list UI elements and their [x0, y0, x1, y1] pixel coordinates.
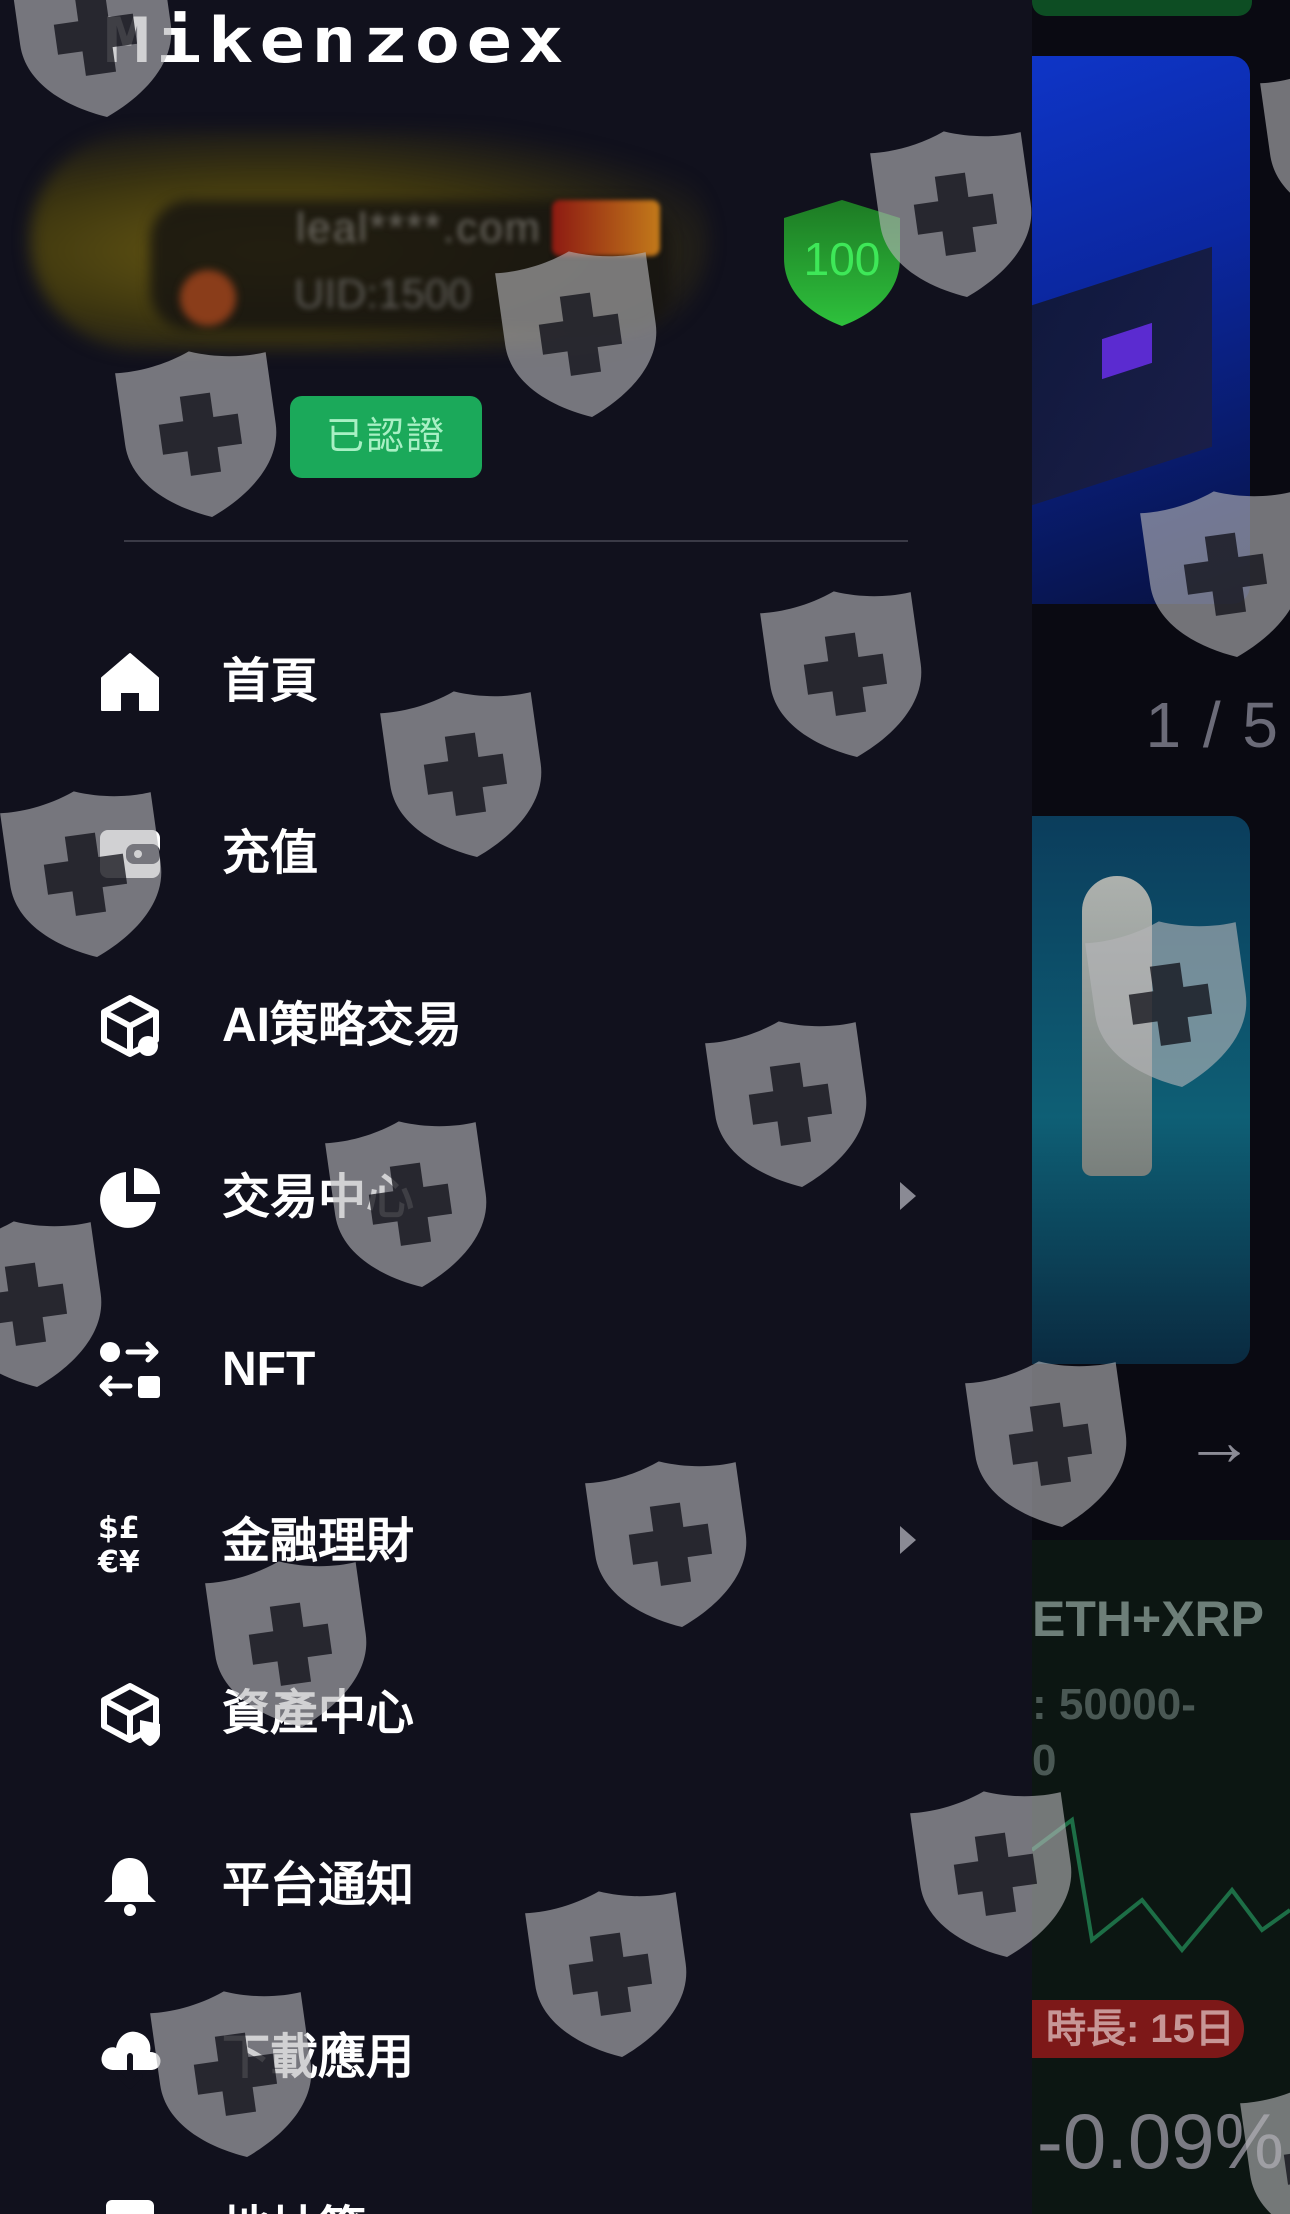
brand-logo: Mikenzoex — [104, 4, 570, 77]
menu-label: 首頁 — [222, 655, 319, 708]
strategy-card[interactable]: ETH+XRP : 50000- 0 時長: 15日 -0.09% — [1032, 1540, 1290, 2214]
menu-item-finance[interactable]: $£ €¥ 金融理財 — [0, 1478, 1032, 1598]
robot-figure — [1082, 876, 1152, 1176]
avatar[interactable] — [180, 270, 236, 326]
change-percent: -0.09% — [1036, 2097, 1284, 2185]
bell-icon — [104, 1858, 156, 1916]
home-icon — [101, 653, 159, 711]
strategy-range-cont: 0 — [1032, 1736, 1057, 1785]
menu-label: 充值 — [222, 827, 319, 880]
strategy-coins: ETH+XRP — [1032, 1591, 1265, 1647]
verified-badge[interactable]: 已認證 — [290, 396, 482, 478]
svg-text:$£: $£ — [98, 1511, 140, 1546]
divider — [124, 540, 908, 542]
background-top-button[interactable] — [1032, 0, 1252, 16]
banner-iso-shape — [1032, 246, 1212, 506]
menu-label: 交易中心 — [222, 1171, 415, 1224]
menu-item-download[interactable]: 下載應用 — [0, 1994, 1032, 2114]
strategy-sparkline — [1032, 1816, 1290, 1954]
menu-label: 下載應用 — [222, 2031, 415, 2084]
menu-item-trading-center[interactable]: 交易中心 — [0, 1134, 1032, 1254]
wallet-icon — [100, 830, 160, 878]
banner-image-1[interactable] — [1032, 56, 1250, 604]
menu-item-address-book[interactable]: 地址簿 — [0, 2166, 1032, 2214]
exchange-icon — [99, 1341, 160, 1398]
cloud-download-icon — [101, 2031, 161, 2089]
duration-badge: 時長: 15日 — [1032, 2000, 1244, 2058]
menu-item-deposit[interactable]: 充值 — [0, 790, 1032, 910]
menu-label: 資產中心 — [222, 1687, 415, 1740]
strategy-range: : 50000- — [1032, 1680, 1196, 1729]
banner-pager: 1 / 5 — [1145, 689, 1280, 761]
currency-icon: $£ €¥ — [97, 1511, 140, 1576]
menu-label: 金融理財 — [222, 1515, 415, 1568]
svg-text:€¥: €¥ — [97, 1545, 140, 1576]
menu-item-home[interactable]: 首頁 — [0, 618, 1032, 738]
menu-label: NFT — [222, 1343, 316, 1396]
address-book-icon — [106, 2200, 154, 2214]
menu-item-nft[interactable]: NFT — [0, 1306, 1032, 1426]
user-uid: UID:1500 — [294, 270, 472, 317]
shield-box-icon — [101, 1683, 160, 1746]
pie-chart-icon — [100, 1168, 160, 1228]
ai-cube-icon — [101, 995, 159, 1057]
menu-item-assets[interactable]: 資產中心 — [0, 1650, 1032, 1770]
chevron-right-icon — [900, 1526, 916, 1554]
menu-item-notifications[interactable]: 平台通知 — [0, 1822, 1032, 1942]
vip-badge — [552, 200, 660, 256]
chevron-right-icon — [900, 1182, 916, 1210]
side-drawer: Mikenzoex leal****.com UID:1500 100 已認證 … — [0, 0, 1032, 2214]
banner-image-2[interactable] — [1032, 816, 1250, 1364]
arrow-right-icon[interactable]: → — [1184, 1406, 1254, 1476]
menu-label: 平台通知 — [222, 1859, 415, 1912]
menu-label: 地址簿 — [222, 2202, 366, 2214]
menu-item-ai-strategy[interactable]: AI策略交易 — [0, 962, 1032, 1082]
security-score: 100 — [803, 233, 881, 285]
background-app: 1 / 5 → ETH+XRP : 50000- 0 時長: 15日 -0.09… — [1032, 0, 1290, 2214]
menu-label: AI策略交易 — [222, 999, 463, 1052]
user-email: leal****.com — [296, 204, 542, 251]
